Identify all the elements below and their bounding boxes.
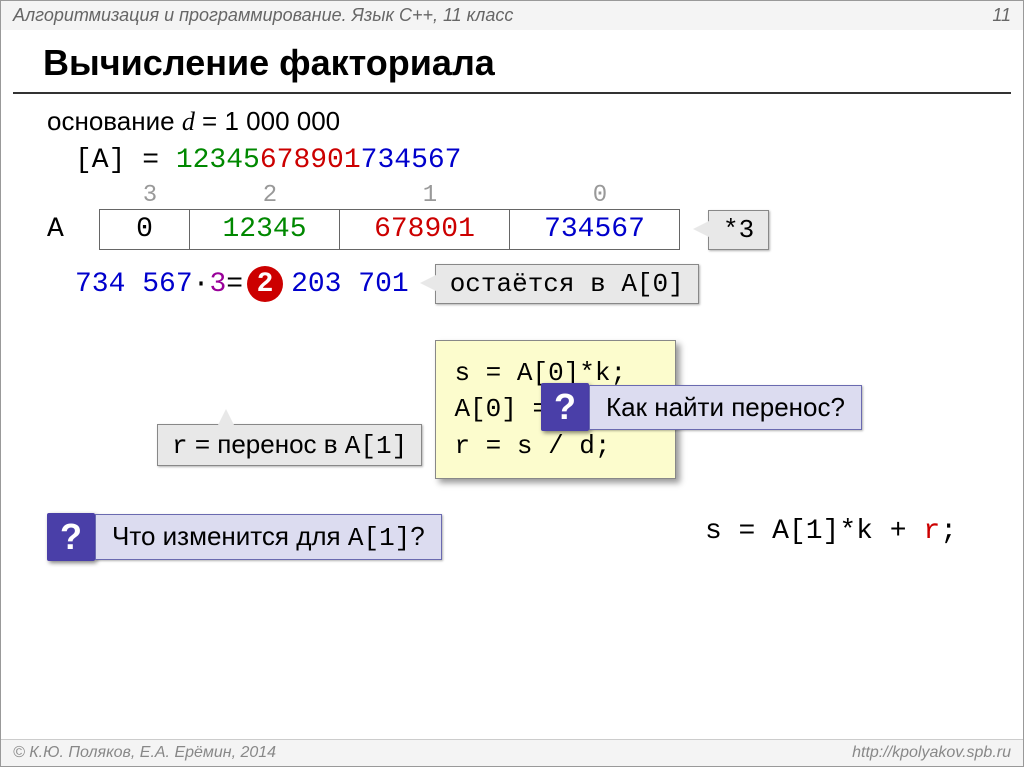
array-label: A [47,214,99,245]
content-area: основание d = 1 000 000 [A] = 1234567890… [1,94,1023,573]
question-icon: ? [47,513,95,561]
question-1: Как найти перенос? [589,385,862,430]
code-line-3: r = s / d; [454,428,657,464]
multiply-callout: *3 [708,210,769,250]
remainder-callout: остаётся в A[0] [435,264,699,304]
footer-url: http://kpolyakov.spb.ru [852,744,1011,762]
slide-footer: © К.Ю. Поляков, Е.А. Ерёмин, 2014 http:/… [1,739,1023,766]
cell-3: 0 [100,210,190,250]
array-value-line: [A] = 12345678901734567 [75,145,977,176]
question-2-row: ? Что изменится для A[1]? [47,513,442,561]
footer-copyright: © К.Ю. Поляков, Е.А. Ерёмин, 2014 [13,744,276,762]
cell-1: 678901 [340,210,510,250]
page-number: 11 [992,5,1011,26]
header-text: Алгоритмизация и программирование. Язык … [13,5,513,26]
answer-code: s = A[1]*k + r; [705,516,957,547]
array-row: A 0 12345 678901 734567 *3 [47,209,977,250]
array-table: 0 12345 678901 734567 [99,209,680,250]
question-2: Что изменится для A[1]? [95,514,442,560]
slide-title: Вычисление факториала [13,30,1011,94]
bottom-row: ? Что изменится для A[1]? s = A[1]*k + r… [47,501,977,561]
equation-row: 734 567·3 = 2 203 701 остаётся в A[0] [75,264,977,304]
question-icon: ? [541,383,589,431]
carry-callout: r = перенос в A[1] [157,424,422,466]
question-1-row: ? Как найти перенос? [541,383,862,431]
carry-digit: 2 [247,266,283,302]
cell-0: 734567 [510,210,680,250]
base-line: основание d = 1 000 000 [47,106,977,137]
cell-2: 12345 [190,210,340,250]
slide-header: Алгоритмизация и программирование. Язык … [1,1,1023,30]
var-d: d [182,107,195,136]
index-row: 3 2 1 0 [105,182,977,209]
